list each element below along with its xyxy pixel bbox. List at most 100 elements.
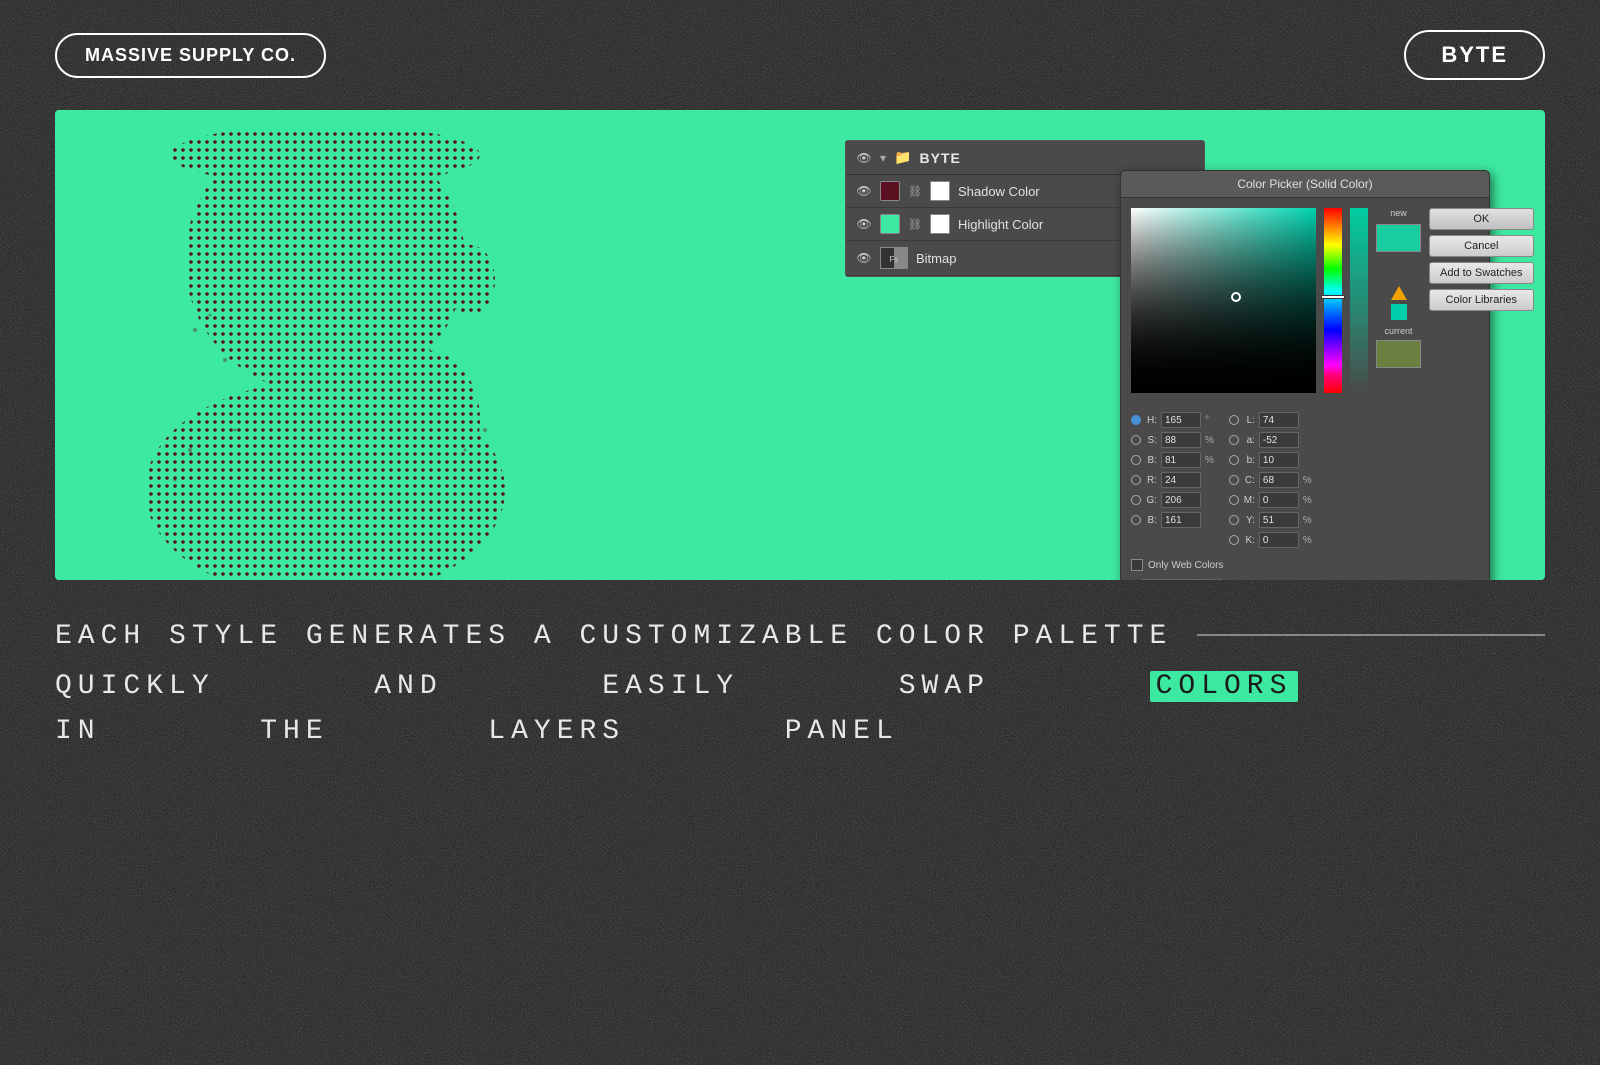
shadow-layer-name: Shadow Color	[958, 184, 1040, 199]
L-input[interactable]	[1259, 412, 1299, 428]
hue-slider[interactable]	[1324, 208, 1342, 393]
r-field-row: R:	[1131, 471, 1214, 489]
hue-slider-container	[1324, 208, 1342, 393]
highlight-color-swatch[interactable]	[880, 214, 900, 234]
current-color-swatch	[1376, 340, 1421, 368]
svg-text:Fs: Fs	[890, 255, 899, 264]
hex-input[interactable]	[1142, 579, 1222, 580]
ok-button[interactable]: OK	[1429, 208, 1534, 230]
web-colors-checkbox[interactable]	[1131, 559, 1143, 571]
s-label: S:	[1145, 435, 1157, 446]
r-radio[interactable]	[1131, 475, 1141, 485]
g-input[interactable]	[1161, 492, 1201, 508]
b-input[interactable]	[1161, 452, 1201, 468]
folder-icon: 📁	[894, 149, 911, 166]
web-colors-row: Only Web Colors	[1121, 559, 1489, 579]
blab-input[interactable]	[1259, 452, 1299, 468]
hex-row: #	[1121, 579, 1489, 580]
s-input[interactable]	[1161, 432, 1201, 448]
fold-icon[interactable]: ▾	[880, 151, 886, 165]
h-field-row: H: °	[1131, 411, 1214, 429]
a-input[interactable]	[1259, 432, 1299, 448]
bv-label: B:	[1145, 515, 1157, 526]
M-input[interactable]	[1259, 492, 1299, 508]
M-radio[interactable]	[1229, 495, 1239, 505]
C-label: C:	[1243, 475, 1255, 486]
b-radio[interactable]	[1131, 455, 1141, 465]
blab-label: b:	[1243, 455, 1255, 466]
lab-cmyk-fields: L: a: b: C:	[1229, 411, 1312, 549]
r-input[interactable]	[1161, 472, 1201, 488]
h-unit: °	[1205, 415, 1209, 426]
C-radio[interactable]	[1229, 475, 1239, 485]
eye-icon-bitmap[interactable]: 👁	[856, 250, 872, 266]
header: MASSIVE SUPPLY CO. BYTE	[0, 0, 1600, 110]
Y-unit: %	[1303, 515, 1312, 526]
eye-icon-shadow[interactable]: 👁	[856, 183, 872, 199]
alpha-slider[interactable]	[1350, 208, 1368, 393]
a-label: a:	[1243, 435, 1255, 446]
line2-easily: EASILY	[602, 671, 739, 702]
tagline-line2: QUICKLY AND EASILY SWAP COLORS IN THE LA…	[55, 665, 1545, 755]
b-unit: %	[1205, 455, 1214, 466]
bv-radio[interactable]	[1131, 515, 1141, 525]
L-label: L:	[1243, 415, 1255, 426]
a-radio[interactable]	[1229, 435, 1239, 445]
bitmap-layer-name: Bitmap	[916, 251, 956, 266]
K-unit: %	[1303, 535, 1312, 546]
g-radio[interactable]	[1131, 495, 1141, 505]
g-label: G:	[1145, 495, 1157, 506]
cancel-button[interactable]: Cancel	[1429, 235, 1534, 257]
shadow-color-swatch[interactable]	[880, 181, 900, 201]
chain-icon-shadow: ⛓	[908, 185, 922, 198]
chain-icon-highlight: ⛓	[908, 218, 922, 231]
line2-colors: COLORS	[1150, 671, 1299, 702]
product-label: BYTE	[1404, 30, 1545, 80]
portrait-silhouette	[115, 130, 555, 580]
bitmap-thumbnail: Fs	[880, 247, 908, 269]
white-swatch-highlight[interactable]	[930, 214, 950, 234]
s-radio[interactable]	[1131, 435, 1141, 445]
L-radio[interactable]	[1229, 415, 1239, 425]
color-libraries-button[interactable]: Color Libraries	[1429, 289, 1534, 311]
blab-radio[interactable]	[1229, 455, 1239, 465]
color-gradient-picker[interactable]	[1131, 208, 1316, 393]
hue-marker	[1321, 295, 1345, 299]
eye-icon-highlight[interactable]: 👁	[856, 216, 872, 232]
Y-radio[interactable]	[1229, 515, 1239, 525]
alpha-slider-container	[1350, 208, 1368, 393]
line2-in: IN	[55, 716, 101, 747]
C-field-row: C: %	[1229, 471, 1312, 489]
web-safe-swatch[interactable]	[1391, 304, 1407, 320]
add-to-swatches-button[interactable]: Add to Swatches	[1429, 262, 1534, 284]
L-field-row: L:	[1229, 411, 1312, 429]
highlight-layer-name: Highlight Color	[958, 217, 1043, 232]
K-radio[interactable]	[1229, 535, 1239, 545]
h-radio[interactable]	[1131, 415, 1141, 425]
C-input[interactable]	[1259, 472, 1299, 488]
line2-layers: LAYERS	[488, 716, 625, 747]
Y-input[interactable]	[1259, 512, 1299, 528]
bottom-text: EACH STYLE GENERATES A CUSTOMIZABLE COLO…	[0, 580, 1600, 774]
main-image-area: 👁 ▾ 📁 BYTE 👁 ⛓ Shadow Color 👁 ⛓ Highligh…	[55, 110, 1545, 580]
new-label: new	[1390, 208, 1407, 218]
layers-group-name: BYTE	[919, 150, 960, 166]
bv-input[interactable]	[1161, 512, 1201, 528]
s-unit: %	[1205, 435, 1214, 446]
tagline-line1: EACH STYLE GENERATES A CUSTOMIZABLE COLO…	[55, 615, 1172, 660]
C-unit: %	[1303, 475, 1312, 486]
color-fields: H: ° S: % B: %	[1121, 403, 1489, 559]
K-input[interactable]	[1259, 532, 1299, 548]
tagline-row-2: QUICKLY AND EASILY SWAP COLORS IN THE LA…	[55, 665, 1545, 755]
new-color-swatch[interactable]	[1376, 224, 1421, 252]
page-wrapper: MASSIVE SUPPLY CO. BYTE	[0, 0, 1600, 1065]
tagline-divider	[1197, 634, 1545, 636]
warning-triangle-icon	[1391, 286, 1407, 300]
white-swatch-shadow[interactable]	[930, 181, 950, 201]
line2-swap: SWAP	[899, 671, 990, 702]
Y-field-row: Y: %	[1229, 511, 1312, 529]
g-field-row: G:	[1131, 491, 1214, 509]
h-input[interactable]	[1161, 412, 1201, 428]
eye-icon-header[interactable]: 👁	[856, 150, 872, 166]
hsb-rgb-fields: H: ° S: % B: %	[1131, 411, 1214, 549]
